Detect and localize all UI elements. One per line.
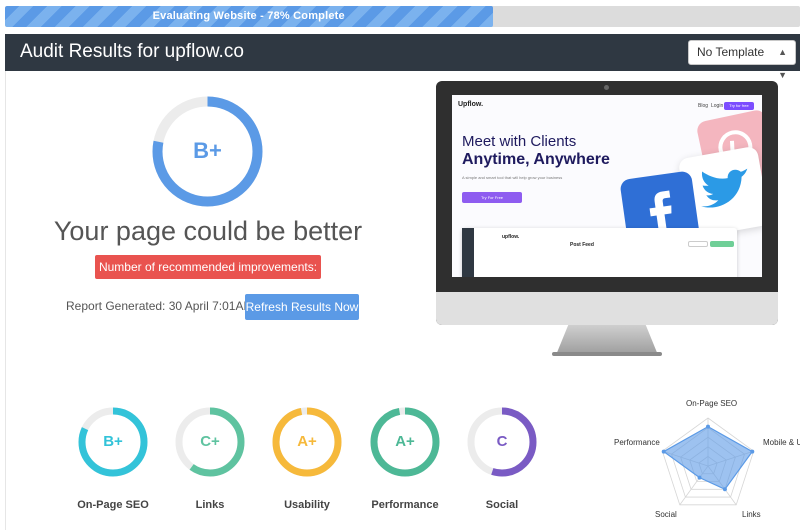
website-preview-monitor: Upflow. Blog Login Try for free Meet wit…: [436, 81, 778, 325]
preview-headline-line2: Anytime, Anywhere: [462, 151, 610, 168]
grade-label: On-Page SEO: [77, 499, 149, 511]
preview-dashboard-title: Post Feed: [570, 242, 594, 248]
progress-fill: Evaluating Website - 78% Complete: [5, 6, 493, 27]
preview-dashboard-logo: upflow.: [502, 234, 520, 240]
radar-axis-label: On-Page SEO: [686, 399, 738, 408]
overall-headline: Your page could be better: [53, 216, 363, 246]
progress-track: Evaluating Website - 78% Complete: [5, 6, 800, 27]
grade-letter: B+: [103, 433, 123, 450]
progress-text: Evaluating Website - 78% Complete: [152, 10, 345, 22]
preview-logo: Upflow.: [458, 101, 484, 108]
radar-point: [706, 424, 710, 429]
grade-letter: C: [496, 433, 508, 450]
preview-dashboard-sidebar: [462, 228, 474, 277]
website-preview-screenshot: Upflow. Blog Login Try for free Meet wit…: [452, 95, 762, 277]
preview-nav-blog: Blog: [698, 103, 709, 109]
preview-nav-login: Login: [711, 103, 724, 109]
radar-axis-label: Performance: [614, 438, 660, 447]
radar-series-area: [662, 425, 754, 491]
grade-label: Usability: [284, 499, 330, 511]
refresh-results-button[interactable]: Refresh Results Now: [245, 294, 359, 320]
monitor-stand: [556, 325, 658, 355]
camera-icon: [604, 85, 609, 90]
grade-letter: C+: [200, 433, 220, 450]
grade-label: Performance: [371, 499, 439, 511]
radar-axis-label: Links: [742, 510, 761, 519]
radar-chart: [661, 417, 755, 506]
preview-headline-line1: Meet with Clients: [462, 133, 577, 150]
grade-label: Links: [195, 499, 225, 511]
radar-axis-label: Social: [655, 510, 677, 519]
preview-cta-button: Try for free: [724, 102, 754, 110]
preview-try-button: Try For Free: [462, 192, 522, 203]
grade-letter: A+: [297, 433, 317, 450]
template-select[interactable]: No Template ▲ ▼: [688, 40, 796, 80]
template-select-value: No Template: [697, 45, 765, 59]
grade-letter: A+: [395, 433, 415, 450]
grade-label: Social: [485, 499, 519, 511]
radar-point: [722, 487, 727, 492]
report-generated-text: Report Generated: 30 April 7:01AM: [66, 299, 254, 313]
radar-axis-label: Mobile & UI: [763, 438, 800, 447]
page-title: Audit Results for upflow.co: [20, 41, 244, 62]
improvements-badge: Number of recommended improvements: 13: [95, 255, 321, 298]
monitor-stand-base: [552, 352, 662, 356]
panel-border: [5, 71, 6, 530]
radar-point: [661, 449, 666, 454]
preview-subtext: A simple and smart tool that will help g…: [462, 175, 563, 180]
results-header: Audit Results for upflow.co No Template …: [5, 34, 800, 80]
progress-area: Evaluating Website - 78% Complete: [0, 0, 800, 33]
radar-point: [750, 449, 755, 454]
preview-dashboard-pill-green: [710, 241, 734, 247]
chevron-down-icon: ▲ ▼: [778, 47, 787, 80]
preview-dashboard: upflow. Post Feed: [462, 228, 737, 277]
overall-grade-letter: B+: [193, 138, 222, 163]
radar-point: [697, 475, 702, 480]
preview-dashboard-pill: [688, 241, 708, 247]
monitor-chin: [436, 292, 778, 325]
